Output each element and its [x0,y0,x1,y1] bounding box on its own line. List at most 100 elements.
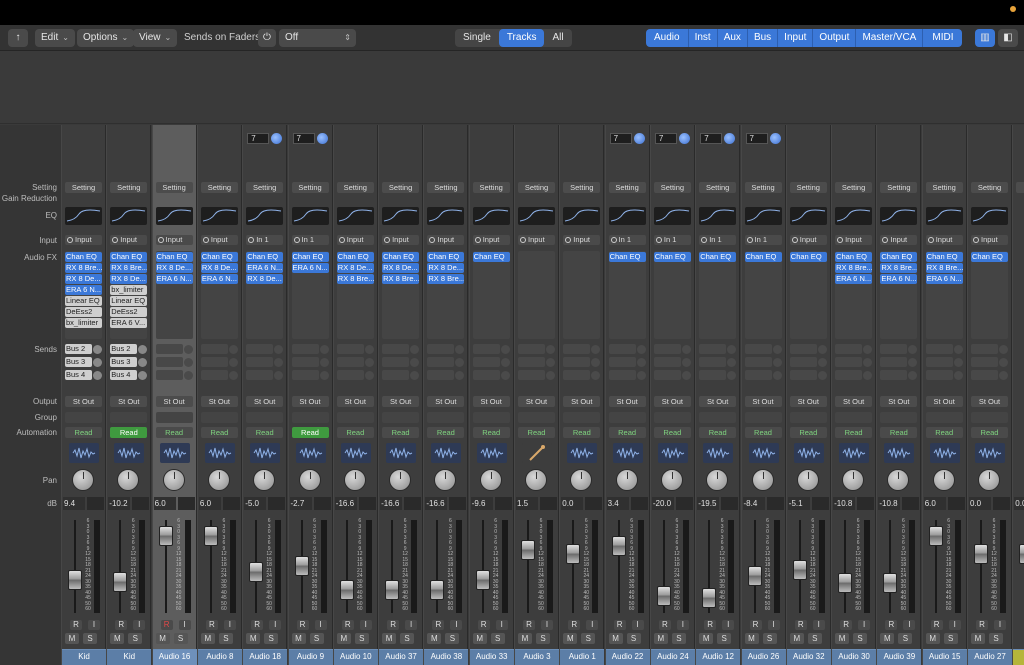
input-monitor-button[interactable]: I [676,620,689,630]
input-slot[interactable]: In 1 [291,235,329,245]
send-slot-label[interactable] [246,344,274,354]
volume-db-display[interactable]: -10.8 [833,497,875,510]
group-slot[interactable] [925,412,963,423]
audio-fx-plugin-slot[interactable]: Chan EQ [880,252,918,262]
volume-fader-handle[interactable] [838,572,853,593]
group-slot[interactable] [744,412,782,423]
send-level-knob-icon[interactable] [636,370,646,380]
channel-strip[interactable]: Setting Input Chan EQ RX 8 Bre... ERA 6 N...… [876,125,922,665]
input-monitor-button[interactable]: I [88,620,100,630]
audio-fx-plugin-slot[interactable]: ERA 6 N... [925,274,963,284]
send-slot-label[interactable] [699,344,727,354]
input-slot[interactable]: Input [200,235,238,245]
solo-button[interactable]: S [898,633,913,644]
audio-fx-plugin-slot[interactable]: Chan EQ [246,252,284,262]
send-slot[interactable] [472,356,510,368]
send-level-knob-icon[interactable] [319,344,329,354]
eq-thumbnail[interactable] [971,207,1008,225]
audio-fx-plugin-slot[interactable]: Linear EQ [65,296,102,306]
send-slot-label[interactable]: Bus 3 [110,357,138,367]
channel-strip[interactable]: 7 Setting In 1 Chan EQ St Out Read -20.0 6 3 0 3 6 9… [649,125,695,665]
track-name-label[interactable]: Audio 30 [832,649,877,665]
send-level-knob-icon[interactable] [908,357,918,367]
input-monitor-button[interactable]: I [133,620,146,630]
setting-button[interactable]: Setting [110,182,148,193]
channel-strip[interactable]: Setting Input Chan EQ RX 8 Bre... RX 8 De...… [106,125,152,665]
send-level-knob-icon[interactable] [772,357,782,367]
send-slot-label[interactable] [291,344,319,354]
audio-fx-plugin-slot[interactable]: RX 8 De... [246,274,284,284]
audio-fx-plugin-slot[interactable]: Chan EQ [925,252,963,262]
send-level-knob-icon[interactable] [999,357,1008,367]
input-slot[interactable]: In 1 [653,235,691,245]
send-slot[interactable] [155,356,193,368]
audio-fx-plugin-slot[interactable]: ERA 6 V... [110,318,148,328]
track-name-label[interactable]: Kid [107,649,152,665]
input-monitor-button[interactable]: I [495,620,508,630]
send-slot[interactable] [382,369,420,381]
send-slot[interactable] [427,369,465,381]
input-slot[interactable]: Input [971,235,1008,245]
audio-fx-plugin-slot[interactable]: Chan EQ [971,252,1008,262]
track-name-label[interactable]: Audio 38 [424,649,469,665]
send-slot[interactable] [563,369,601,381]
track-name-label[interactable]: Audio 12 [696,649,741,665]
mute-button[interactable]: M [110,633,125,644]
volume-fader-handle[interactable] [611,536,626,556]
track-name-label[interactable]: Audio 8 [197,649,242,665]
filter-audio[interactable]: Audio [646,29,689,47]
group-slot[interactable] [789,412,827,423]
mute-button[interactable]: M [925,633,940,644]
filter-output[interactable]: Output [813,29,857,47]
send-slot[interactable] [246,356,284,368]
send-level-knob-icon[interactable] [999,370,1008,380]
send-slot-label[interactable] [518,344,545,354]
track-name-label[interactable]: Kid [62,649,106,665]
output-button[interactable]: St Out [65,396,102,407]
audio-fx-plugin-slot[interactable]: RX 8 De... [336,263,374,273]
eq-thumbnail[interactable] [835,207,873,225]
send-level-knob-icon[interactable] [455,357,465,367]
send-slot-label[interactable]: Bus 3 [65,357,92,367]
automation-mode-button[interactable]: Read [880,427,918,438]
send-slot[interactable] [699,369,737,381]
send-level-knob-icon[interactable] [274,370,284,380]
volume-db-display[interactable]: 6.0 [923,497,965,510]
volume-fader-handle[interactable] [566,544,581,564]
input-trim-knob-icon[interactable] [271,133,283,144]
view-mode-single[interactable]: Single [455,29,499,47]
mute-button[interactable]: M [382,633,397,644]
audio-fx-plugin-slot[interactable]: Chan EQ [65,252,102,262]
send-slot-label[interactable] [699,357,727,367]
send-level-knob-icon[interactable] [863,357,873,367]
send-slot-label[interactable]: Bus 4 [65,370,92,380]
solo-button[interactable]: S [218,633,233,644]
mute-button[interactable]: M [200,633,215,644]
send-level-knob-icon[interactable] [319,370,329,380]
send-level-knob-icon[interactable] [274,344,284,354]
send-level-knob-icon[interactable] [953,357,963,367]
pan-knob[interactable] [842,469,865,491]
pan-knob[interactable] [389,469,412,491]
send-slot[interactable] [835,356,873,368]
audio-fx-plugin-slot[interactable]: Chan EQ [382,252,420,262]
eq-thumbnail[interactable] [925,207,963,225]
send-slot-label[interactable] [427,357,455,367]
audio-fx-plugin-slot[interactable]: ERA 6 N... [200,274,238,284]
channel-strip[interactable]: Setting Input Chan EQ RX 8 De... RX 8 Bre...… [332,125,378,665]
volume-fader-handle[interactable] [158,526,173,547]
send-slot[interactable] [291,343,329,355]
volume-db-display[interactable]: -10.2 [108,497,150,510]
solo-button[interactable]: S [671,633,686,644]
solo-button[interactable]: S [83,633,97,644]
send-level-knob-icon[interactable] [455,344,465,354]
send-slot-label[interactable] [155,370,183,380]
record-enable-button[interactable]: R [341,620,354,630]
send-slot-label[interactable] [518,370,545,380]
track-name-label[interactable]: Audio 1 [560,649,605,665]
audio-fx-plugin-slot[interactable]: Chan EQ [699,252,737,262]
output-button[interactable]: St Out [835,396,873,407]
filter-aux[interactable]: Aux [718,29,748,47]
mute-button[interactable]: M [427,633,442,644]
send-slot-label[interactable] [472,357,500,367]
